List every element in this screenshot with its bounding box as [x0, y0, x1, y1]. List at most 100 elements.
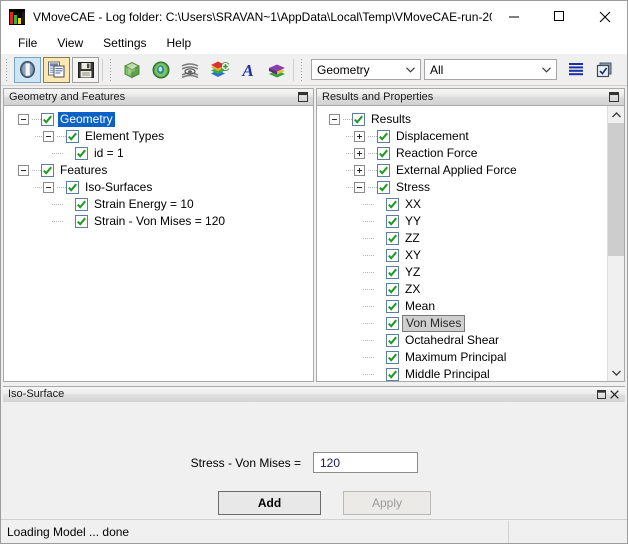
checkbox-middle-principal[interactable]: [386, 368, 399, 381]
geometry-panel-float-button[interactable]: [296, 91, 310, 104]
tree-item-mean[interactable]: Mean: [317, 298, 607, 315]
expand-plus-icon[interactable]: [354, 148, 365, 159]
checkbox-yz[interactable]: [386, 266, 399, 279]
tree-item-external-applied-force[interactable]: External Applied Force: [317, 162, 607, 179]
tree-item-xy[interactable]: XY: [317, 247, 607, 264]
results-tree: ResultsDisplacementReaction ForceExterna…: [317, 106, 607, 381]
tree-item-zz[interactable]: ZZ: [317, 230, 607, 247]
select-all-button[interactable]: [591, 57, 618, 83]
iso-surface-float-button[interactable]: [595, 388, 608, 401]
add-layer-button[interactable]: [205, 57, 232, 83]
scroll-up-icon[interactable]: [608, 106, 624, 123]
checkbox-element-types[interactable]: [66, 130, 79, 143]
close-button[interactable]: [582, 1, 627, 32]
status-message: Loading Model ... done: [1, 521, 509, 543]
tree-item-strain-energy-10[interactable]: Strain Energy = 10: [4, 196, 313, 213]
scrollbar-thumb[interactable]: [608, 123, 624, 256]
toolbar-grip-3[interactable]: [299, 59, 306, 81]
collapse-minus-icon[interactable]: [329, 114, 340, 125]
checkbox-id-1[interactable]: [75, 147, 88, 160]
checkbox-xx[interactable]: [386, 198, 399, 211]
result-filter-select[interactable]: All: [424, 59, 557, 80]
result-filter-value: All: [430, 63, 443, 77]
tree-item-iso-surfaces[interactable]: Iso-Surfaces: [4, 179, 313, 196]
checkbox-results[interactable]: [352, 113, 365, 126]
stack-button[interactable]: [263, 57, 290, 83]
checkbox-von-mises[interactable]: [386, 317, 399, 330]
collapse-minus-icon[interactable]: [18, 114, 29, 125]
menu-file[interactable]: File: [9, 34, 46, 53]
tree-item-features[interactable]: Features: [4, 162, 313, 179]
results-panel-float-button[interactable]: [607, 91, 621, 104]
results-scrollbar[interactable]: [607, 106, 624, 381]
scrollbar-track[interactable]: [608, 123, 624, 364]
checkbox-mean[interactable]: [386, 300, 399, 313]
tree-item-stress[interactable]: Stress: [317, 179, 607, 196]
checkbox-reaction-force[interactable]: [377, 147, 390, 160]
checkbox-octahedral-shear[interactable]: [386, 334, 399, 347]
toolbar-grip[interactable]: [4, 59, 11, 81]
checkbox-maximum-principal[interactable]: [386, 351, 399, 364]
toolbar-grip-2[interactable]: [108, 59, 115, 81]
iso-surface-close-button[interactable]: [608, 388, 621, 401]
tree-guide-line: [363, 272, 374, 273]
checkbox-stress[interactable]: [377, 181, 390, 194]
annotation-button[interactable]: A: [234, 57, 261, 83]
minimize-button[interactable]: [492, 1, 537, 32]
tree-guide-line: [363, 357, 374, 358]
checkbox-displacement[interactable]: [377, 130, 390, 143]
checkbox-geometry[interactable]: [41, 113, 54, 126]
maximize-button[interactable]: [537, 1, 582, 32]
tree-item-yz[interactable]: YZ: [317, 264, 607, 281]
expand-plus-icon[interactable]: [354, 131, 365, 142]
menu-view[interactable]: View: [48, 34, 92, 53]
menu-settings[interactable]: Settings: [94, 34, 155, 53]
tree-item-zx[interactable]: ZX: [317, 281, 607, 298]
collapse-minus-icon[interactable]: [18, 165, 29, 176]
collapse-minus-icon[interactable]: [43, 131, 54, 142]
tree-item-geometry[interactable]: Geometry: [4, 111, 313, 128]
checkbox-zx[interactable]: [386, 283, 399, 296]
tree-item-reaction-force[interactable]: Reaction Force: [317, 145, 607, 162]
add-button[interactable]: Add: [218, 491, 321, 515]
legend-bars-button[interactable]: [562, 57, 589, 83]
tree-item-middle-principal[interactable]: Middle Principal: [317, 366, 607, 381]
tree-item-element-types[interactable]: Element Types: [4, 128, 313, 145]
checkbox-strain-energy-10[interactable]: [75, 198, 88, 211]
tree-item-xx[interactable]: XX: [317, 196, 607, 213]
save-button[interactable]: [72, 57, 99, 83]
checkbox-iso-surfaces[interactable]: [66, 181, 79, 194]
tree-item-displacement[interactable]: Displacement: [317, 128, 607, 145]
tree-guide-line: [368, 170, 377, 171]
collapse-minus-icon[interactable]: [43, 182, 54, 193]
results-tree-container[interactable]: ResultsDisplacementReaction ForceExterna…: [316, 105, 625, 382]
tree-indent: [4, 162, 18, 179]
status-secondary: [509, 521, 627, 543]
expand-plus-icon[interactable]: [354, 165, 365, 176]
tree-item-octahedral-shear[interactable]: Octahedral Shear: [317, 332, 607, 349]
tree-item-results[interactable]: Results: [317, 111, 607, 128]
iso-surface-button[interactable]: [147, 57, 174, 83]
tree-item-von-mises[interactable]: Von Mises: [317, 315, 607, 332]
tree-item-strain-von-mises-120[interactable]: Strain - Von Mises = 120: [4, 213, 313, 230]
open-model-button[interactable]: [14, 57, 41, 83]
contour-button[interactable]: [176, 57, 203, 83]
report-button[interactable]: [43, 57, 70, 83]
window-title: VMoveCAE - Log folder: C:\Users\SRAVAN~1…: [33, 10, 492, 24]
tree-item-id-1[interactable]: id = 1: [4, 145, 313, 162]
checkbox-xy[interactable]: [386, 249, 399, 262]
tree-item-maximum-principal[interactable]: Maximum Principal: [317, 349, 607, 366]
scroll-down-icon[interactable]: [608, 364, 624, 381]
tree-item-yy[interactable]: YY: [317, 213, 607, 230]
checkbox-zz[interactable]: [386, 232, 399, 245]
checkbox-yy[interactable]: [386, 215, 399, 228]
checkbox-features[interactable]: [41, 164, 54, 177]
geometry-tree-container[interactable]: GeometryElement Typesid = 1FeaturesIso-S…: [3, 105, 314, 382]
checkbox-strain-von-mises-120[interactable]: [75, 215, 88, 228]
collapse-minus-icon[interactable]: [354, 182, 365, 193]
geometry-button[interactable]: [118, 57, 145, 83]
view-mode-select[interactable]: Geometry: [311, 59, 421, 80]
checkbox-external-applied-force[interactable]: [377, 164, 390, 177]
menu-help[interactable]: Help: [158, 34, 201, 53]
iso-surface-value-input[interactable]: 120: [313, 452, 418, 473]
